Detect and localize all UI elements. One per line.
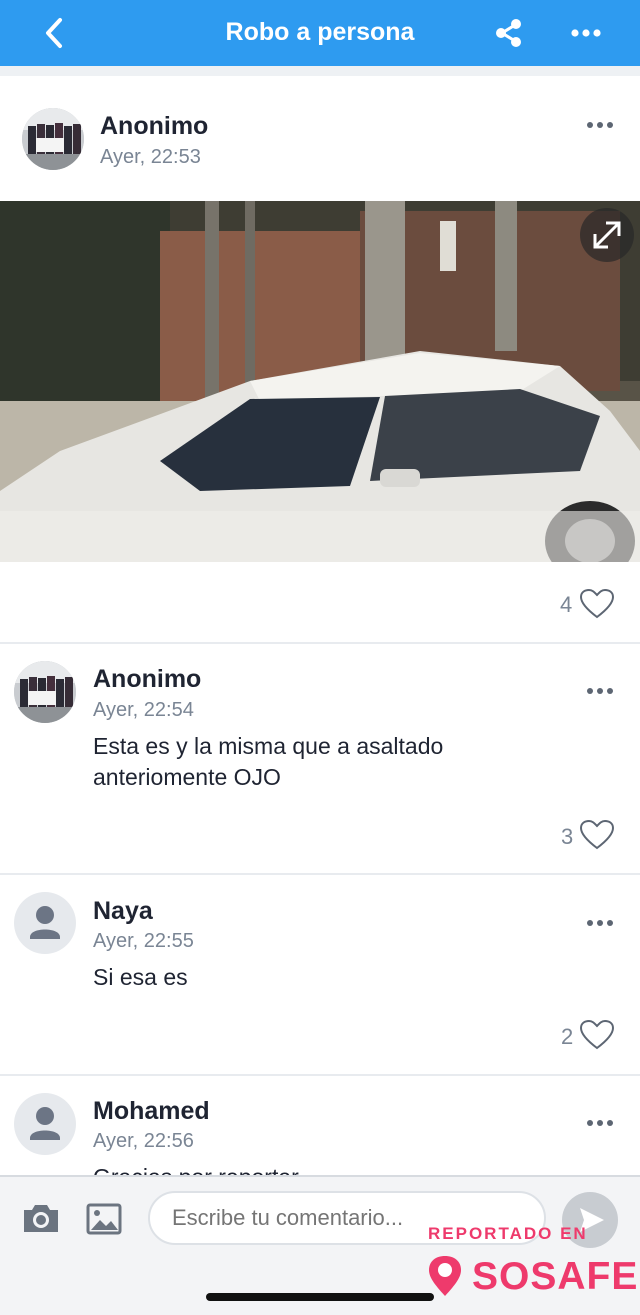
camera-icon[interactable] (20, 1200, 62, 1236)
comment-author-name[interactable]: Anonimo (93, 665, 201, 694)
expand-icon (593, 221, 621, 249)
heart-icon[interactable] (579, 819, 615, 851)
share-icon[interactable] (494, 18, 524, 48)
page-title: Robo a persona (225, 18, 415, 46)
comment-more-icon[interactable] (585, 686, 615, 696)
divider (0, 642, 640, 644)
post-image[interactable] (0, 201, 640, 562)
comment-timestamp: Ayer, 22:56 (93, 1130, 194, 1152)
post-like-count: 4 (560, 592, 573, 617)
more-horizontal-icon[interactable] (569, 20, 603, 46)
comment-author-name[interactable]: Mohamed (93, 1097, 210, 1126)
watermark-brand: SOSAFE (472, 1255, 639, 1298)
comment-more-icon[interactable] (585, 918, 615, 928)
avatar[interactable] (22, 108, 84, 170)
watermark-caption: REPORTADO EN (428, 1224, 588, 1243)
comment-text: Esta es y la misma que a asaltado anteri… (93, 733, 444, 790)
heart-icon[interactable] (579, 588, 615, 620)
avatar[interactable] (14, 1093, 76, 1155)
divider (0, 1074, 640, 1076)
comment-text: Si esa es (93, 964, 188, 990)
comment-more-icon[interactable] (585, 1118, 615, 1128)
comment-timestamp: Ayer, 22:55 (93, 930, 194, 952)
top-app-bar: Robo a persona (0, 0, 640, 66)
expand-image-button[interactable] (580, 208, 634, 262)
avatar[interactable] (14, 661, 76, 723)
post-author-name[interactable]: Anonimo (100, 112, 208, 141)
comment-author-name[interactable]: Naya (93, 897, 153, 926)
comment-like-count: 3 (561, 824, 574, 849)
post-more-icon[interactable] (585, 120, 615, 130)
divider (0, 873, 640, 875)
comment-timestamp: Ayer, 22:54 (93, 699, 194, 721)
user-icon (30, 1107, 60, 1140)
image-icon[interactable] (86, 1202, 122, 1236)
location-pin-icon (429, 1256, 461, 1296)
comment-like-count: 2 (561, 1024, 574, 1049)
home-indicator[interactable] (206, 1293, 434, 1301)
user-icon (30, 906, 60, 939)
post-timestamp: Ayer, 22:53 (100, 146, 201, 168)
heart-icon[interactable] (579, 1019, 615, 1051)
avatar[interactable] (14, 892, 76, 954)
header-divider (0, 66, 640, 76)
